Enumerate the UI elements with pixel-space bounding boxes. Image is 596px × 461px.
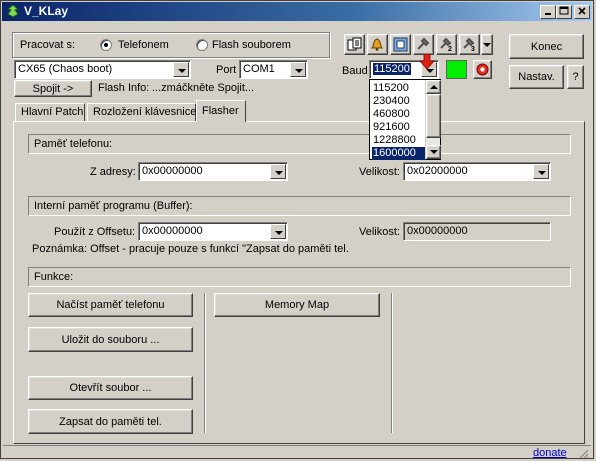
tool-3-icon: 3 (463, 37, 475, 52)
close-button[interactable] (574, 5, 590, 19)
functions-header: Funkce: (28, 267, 571, 287)
status-fill (447, 61, 466, 78)
app-icon (6, 4, 20, 18)
chip-button[interactable] (390, 34, 411, 55)
port-label: Port (216, 64, 237, 76)
buffer-title: Interní paměť programu (Buffer): (34, 200, 193, 212)
settings-button[interactable]: Nastav. (509, 65, 564, 89)
baud-option-1600000[interactable]: 1600000 (372, 147, 427, 160)
baud-list-scrollbar[interactable] (425, 80, 441, 159)
port-select[interactable]: COM1 (239, 60, 308, 79)
arrow-down-icon (429, 150, 438, 154)
svg-text:3: 3 (471, 46, 475, 52)
flash-info-value: ...zmáčkněte Spojit... (152, 82, 255, 94)
tool-2-icon: 2 (440, 37, 452, 52)
chevron-down-icon[interactable] (173, 62, 189, 77)
stop-icon (476, 63, 489, 76)
buffer-size-value: 0x00000000 (407, 225, 468, 237)
functions-divider-2 (391, 293, 393, 433)
memory-button[interactable] (344, 34, 365, 55)
main-window: V_KLay Pracovat s: Telefonem Flash soubo… (0, 0, 594, 459)
konec-button[interactable]: Konec (509, 34, 584, 59)
buffer-size-label: Velikost: (359, 226, 400, 238)
tool-1-button[interactable] (413, 34, 434, 55)
tool-2-button[interactable]: 2 (436, 34, 457, 55)
maximize-icon (559, 6, 569, 15)
from-address-value: 0x00000000 (142, 165, 203, 177)
bell-button[interactable] (367, 34, 388, 55)
dropdown-icon (483, 42, 491, 47)
stop-button[interactable] (473, 60, 492, 79)
tab-flasher[interactable]: Flasher (196, 100, 246, 122)
buffer-size-field: 0x00000000 (403, 222, 551, 241)
chevron-down-icon[interactable] (270, 224, 286, 239)
baud-option-115200[interactable]: 115200 (372, 82, 427, 95)
bell-icon (370, 38, 384, 51)
radio-telefonem[interactable] (100, 39, 112, 51)
port-value: COM1 (243, 63, 275, 75)
offset-note: Poznámka: Offset - pracuje pouze s funkc… (32, 243, 349, 255)
from-address-label: Z adresy: (90, 166, 136, 178)
from-address-select[interactable]: 0x00000000 (138, 162, 288, 181)
red-arrow-icon (419, 54, 435, 70)
tab-hlavni-patch[interactable]: Hlavní Patch (15, 103, 85, 121)
baud-option-230400[interactable]: 230400 (372, 95, 427, 108)
phone-memory-title: Paměť telefonu: (34, 138, 113, 150)
phone-size-label: Velikost: (359, 166, 400, 178)
memory-map-button[interactable]: Memory Map (214, 293, 380, 317)
functions-title: Funkce: (34, 271, 74, 283)
maximize-button[interactable] (556, 5, 572, 19)
tool-1-icon (417, 37, 430, 50)
baud-option-1228800[interactable]: 1228800 (372, 134, 427, 147)
scroll-thumb[interactable] (426, 94, 441, 138)
phone-size-select[interactable]: 0x02000000 (403, 162, 551, 181)
radio-flash-souborem-label[interactable]: Flash souborem (212, 39, 291, 51)
offset-label: Použít z Offsetu: (54, 226, 136, 238)
resize-grip-icon[interactable] (577, 447, 589, 459)
scroll-up-button[interactable] (426, 80, 441, 94)
title-bar[interactable]: V_KLay (2, 2, 592, 21)
read-phone-memory-button[interactable]: Načíst paměť telefonu (28, 293, 193, 317)
svg-text:2: 2 (448, 46, 452, 52)
save-to-file-button[interactable]: Uložit do souboru ... (28, 327, 193, 352)
donate-link[interactable]: donate (533, 447, 567, 459)
phone-size-value: 0x02000000 (407, 165, 468, 177)
window-title: V_KLay (24, 4, 69, 18)
scroll-down-button[interactable] (426, 145, 441, 159)
baud-option-921600[interactable]: 921600 (372, 121, 427, 134)
connect-button[interactable]: Spojit -> (14, 80, 92, 97)
phone-model-select[interactable]: CX65 (Chaos boot) (14, 60, 191, 79)
radio-telefonem-label[interactable]: Telefonem (118, 39, 169, 51)
phone-memory-header: Paměť telefonu: (28, 134, 571, 154)
baud-label: Baud (342, 65, 368, 77)
work-mode-label: Pracovat s: (20, 39, 76, 51)
baud-value: 115200 (373, 63, 411, 75)
write-to-phone-button[interactable]: Zapsat do paměti tel. (28, 409, 193, 434)
arrow-up-icon (429, 85, 438, 89)
open-file-button[interactable]: Otevřít soubor ... (28, 376, 193, 400)
minimize-icon (545, 13, 551, 15)
chip-icon (393, 37, 408, 52)
memory-icon (347, 37, 362, 51)
flash-info-label: Flash Info: (98, 82, 150, 94)
help-button[interactable]: ? (567, 65, 584, 89)
offset-select[interactable]: 0x00000000 (138, 222, 288, 241)
radio-flash-souborem[interactable] (196, 39, 208, 51)
baud-dropdown-list[interactable]: 115200 230400 460800 921600 1228800 1600… (369, 79, 441, 160)
baud-option-460800[interactable]: 460800 (372, 108, 427, 121)
chevron-down-icon[interactable] (270, 164, 286, 179)
phone-model-value: CX65 (Chaos boot) (18, 63, 113, 75)
tab-rozlozeni-klavesnice[interactable]: Rozložení klávesnice (87, 103, 196, 121)
toolbar-dropdown-button[interactable] (481, 34, 493, 55)
chevron-down-icon[interactable] (290, 62, 306, 77)
tool-3-button[interactable]: 3 (459, 34, 480, 55)
close-icon (578, 7, 586, 15)
buffer-header: Interní paměť programu (Buffer): (28, 196, 571, 216)
functions-divider-1 (204, 293, 206, 433)
offset-value: 0x00000000 (142, 225, 203, 237)
chevron-down-icon[interactable] (533, 164, 549, 179)
status-indicator (446, 60, 467, 79)
status-bar: donate (3, 445, 591, 459)
minimize-button[interactable] (540, 5, 556, 19)
